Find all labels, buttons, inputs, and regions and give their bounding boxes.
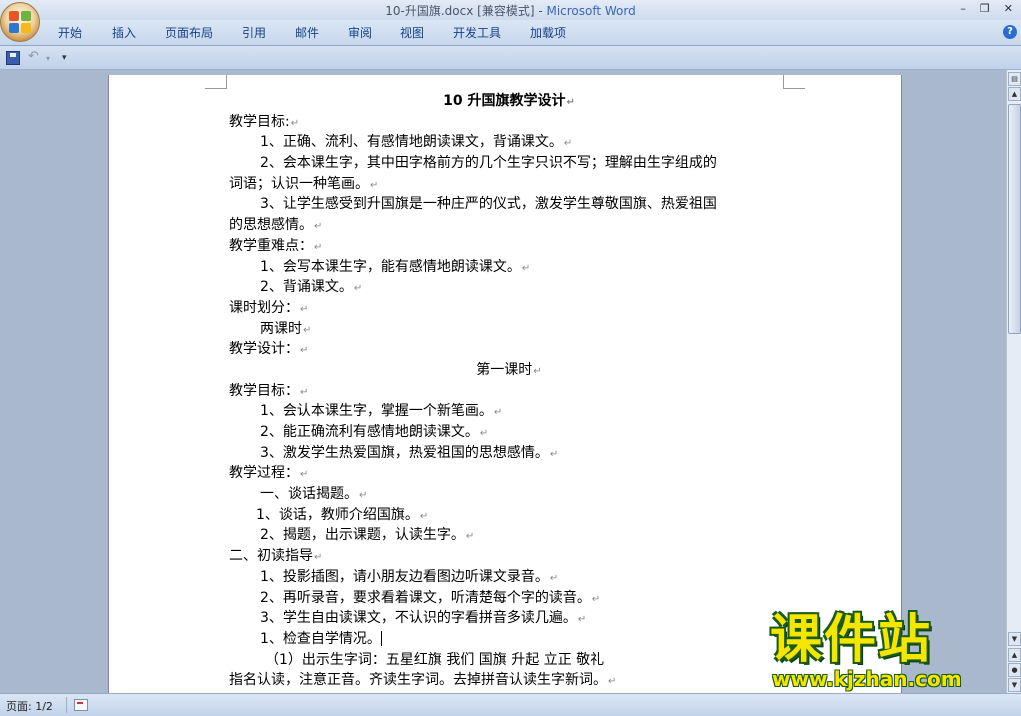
tab-view[interactable]: 视图 [400, 24, 424, 41]
paragraph: 教学目标:↵ [229, 113, 300, 130]
paragraph: 教学设计：↵ [229, 341, 309, 358]
window-title-app: Microsoft Word [546, 4, 636, 18]
scroll-thumb[interactable] [1008, 104, 1021, 334]
paragraph: 3、激发学生热爱国旗，热爱祖国的思想感情。↵ [260, 444, 559, 461]
tab-review[interactable]: 审阅 [348, 24, 372, 41]
paragraph: 1、检查自学情况。 [260, 630, 382, 647]
document-title: 10 升国旗教学设计↵ [443, 93, 575, 109]
paragraph: 2、揭题，出示课题，认读生字。↵ [260, 527, 475, 544]
paragraph: 指名认读，注意正音。齐读生字词。去掉拼音认读生字新词。↵ [229, 672, 617, 689]
paragraph: 1、会认本课生字，掌握一个新笔画。↵ [260, 403, 503, 420]
ruler-toggle-icon[interactable]: ▤ [1008, 72, 1021, 86]
tab-developer[interactable]: 开发工具 [453, 24, 501, 41]
margin-corner-mark [205, 75, 227, 89]
help-icon[interactable]: ? [1003, 25, 1017, 39]
window-title-doc: 10-升国旗.docx [兼容模式] - [385, 4, 547, 18]
save-icon[interactable] [6, 51, 20, 65]
paragraph: 课时划分：↵ [229, 299, 309, 316]
paragraph: 1、投影插图，请小朋友边看图边听课文录音。↵ [260, 568, 559, 585]
quick-access-toolbar: ↶ ▾ ▾ [0, 46, 1021, 70]
tab-insert[interactable]: 插入 [112, 24, 136, 41]
browse-object-icon[interactable]: ● [1008, 663, 1021, 677]
undo-icon[interactable]: ↶ [28, 49, 39, 64]
paragraph: 1、谈话，教师介绍国旗。↵ [256, 506, 429, 523]
tab-addins[interactable]: 加载项 [530, 24, 566, 41]
tab-mailings[interactable]: 邮件 [295, 24, 319, 41]
scroll-down-icon[interactable]: ▼ [1008, 632, 1021, 646]
paragraph: 2、会本课生字，其中田字格前方的几个生字只识不写；理解由生字组成的 [260, 155, 717, 172]
scroll-up-icon[interactable]: ▲ [1008, 87, 1021, 101]
customize-toolbar-icon[interactable]: ▾ [62, 53, 67, 63]
vertical-scrollbar[interactable]: ▤ ▲ ▼ ▲ ● ▼ [1006, 70, 1021, 693]
close-icon[interactable]: ✕ [1004, 2, 1013, 15]
document-body[interactable]: 10 升国旗教学设计↵ 教学目标:↵ 1、正确、流利、有感情地朗读课文，背诵课文… [229, 91, 789, 691]
paragraph: 两课时↵ [260, 320, 312, 337]
paragraph: 词语；认识一种笔画。↵ [229, 175, 379, 192]
minimize-icon[interactable]: – [960, 2, 966, 15]
document-page[interactable]: 10 升国旗教学设计↵ 教学目标:↵ 1、正确、流利、有感情地朗读课文，背诵课文… [108, 75, 902, 693]
tab-page-layout[interactable]: 页面布局 [165, 24, 213, 41]
text-cursor [380, 631, 382, 647]
window-title: 10-升国旗.docx [兼容模式] - Microsoft Word [0, 2, 1021, 19]
tab-references[interactable]: 引用 [242, 24, 266, 41]
paragraph: 2、再听录音，要求看着课文，听清楚每个字的读音。↵ [260, 589, 601, 606]
paragraph: 一、谈话揭题。↵ [260, 486, 368, 503]
title-bar: 10-升国旗.docx [兼容模式] - Microsoft Word – ❐ … [0, 0, 1021, 20]
paragraph: 教学重难点：↵ [229, 237, 323, 254]
previous-page-icon[interactable]: ▲ [1008, 648, 1021, 662]
paragraph: 教学过程：↵ [229, 465, 309, 482]
status-divider [66, 697, 67, 713]
tab-home[interactable]: 开始 [58, 24, 82, 41]
window-controls: – ❐ ✕ [960, 2, 1013, 15]
paragraph: （1）出示生字词：五星红旗 我们 国旗 升起 立正 敬礼 [265, 651, 605, 668]
proofing-icon[interactable] [74, 699, 88, 711]
office-logo-icon [9, 11, 31, 33]
document-workspace: 10 升国旗教学设计↵ 教学目标:↵ 1、正确、流利、有感情地朗读课文，背诵课文… [0, 70, 1006, 693]
section-heading: 第一课时↵ [476, 361, 542, 378]
paragraph: 2、背诵课文。↵ [260, 279, 363, 296]
paragraph: 3、让学生感受到升国旗是一种庄严的仪式，激发学生尊敬国旗、热爱祖国 [260, 196, 717, 213]
next-page-icon[interactable]: ▼ [1008, 678, 1021, 692]
paragraph: 2、能正确流利有感情地朗读课文。↵ [260, 424, 489, 440]
restore-icon[interactable]: ❐ [980, 2, 990, 15]
ribbon-tabs: 开始 插入 页面布局 引用 邮件 审阅 视图 开发工具 加载项 ? [0, 20, 1021, 46]
paragraph: 二、初读指导↵ [229, 548, 323, 565]
paragraph: 的思想感情。↵ [229, 217, 323, 234]
paragraph: 3、学生自由读课文，不认识的字看拼音多读几遍。↵ [260, 610, 587, 627]
paragraph: 1、会写本课生字，能有感情地朗读课文。↵ [260, 258, 531, 275]
margin-corner-mark [783, 75, 805, 89]
status-bar: 页面: 1/2 [0, 693, 1021, 716]
paragraph: 教学目标：↵ [229, 382, 309, 399]
paragraph: 1、正确、流利、有感情地朗读课文，背诵课文。↵ [260, 134, 573, 151]
office-button[interactable] [0, 2, 40, 42]
page-count[interactable]: 页面: 1/2 [6, 698, 53, 714]
undo-dropdown-icon[interactable]: ▾ [46, 54, 50, 63]
